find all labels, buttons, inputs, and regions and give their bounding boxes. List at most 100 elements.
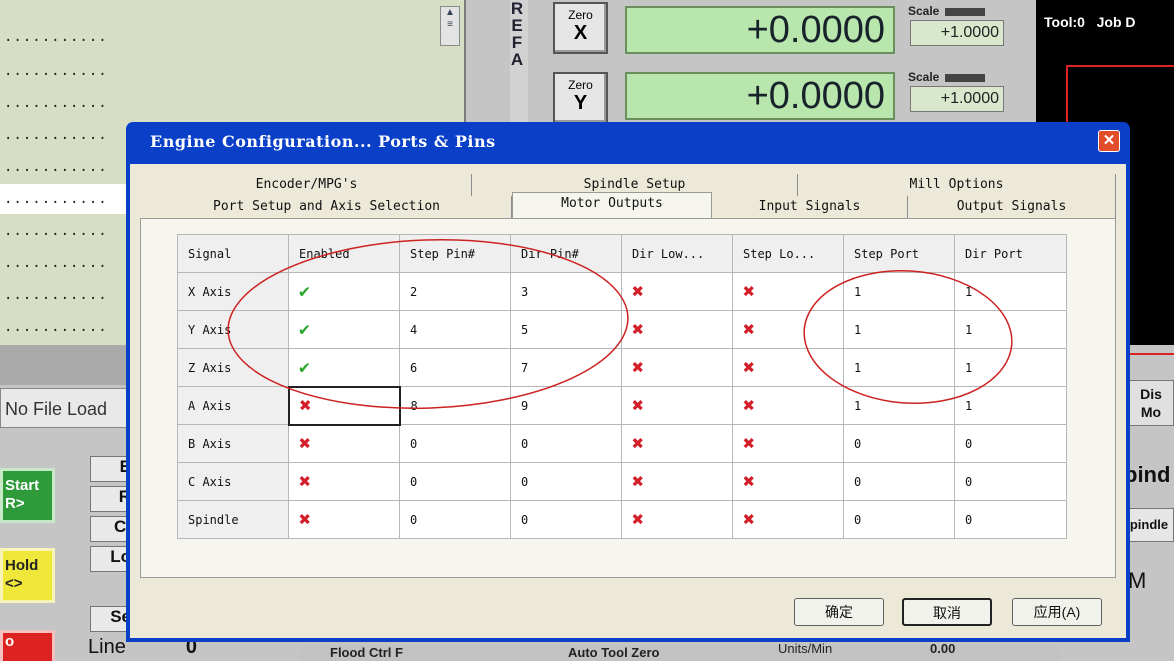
tab-motor-outputs[interactable]: Motor Outputs [512,192,712,218]
x-scale-value[interactable]: +1.0000 [910,20,1004,46]
grid-row-b-axis: B Axis ✖ 0 0 ✖ ✖ 0 0 [177,424,1067,463]
flood-ctrl-label[interactable]: Flood Ctrl F [330,645,403,660]
cell-step-low[interactable]: ✖ [732,386,844,425]
cell-step-pin[interactable]: 6 [399,348,511,387]
cell-step-pin[interactable]: 2 [399,272,511,311]
column-header-signal: Signal [177,234,289,273]
tab-output-signals[interactable]: Output Signals [908,196,1116,218]
cell-dir-port[interactable]: 1 [954,348,1067,387]
dialog-titlebar[interactable]: Engine Configuration... Ports & Pins ✕ [130,122,1126,164]
zero-x-button[interactable]: Zero X [553,2,608,54]
cross-icon: ✖ [632,316,645,341]
cell-dir-low[interactable]: ✖ [621,500,733,539]
cross-icon: ✖ [743,316,756,341]
y-scale: Scale +1.0000 [908,70,1008,126]
cell-step-low[interactable]: ✖ [732,272,844,311]
cell-dir-port[interactable]: 0 [954,500,1067,539]
tab-input-signals[interactable]: Input Signals [712,196,908,218]
loaded-file-status: No File Load [0,388,140,428]
y-scale-value[interactable]: +1.0000 [910,86,1004,112]
cell-dir-low[interactable]: ✖ [621,386,733,425]
x-dro[interactable]: +0.0000 [625,6,895,54]
cross-icon: ✖ [743,430,756,455]
close-button[interactable]: ✕ [1098,130,1120,152]
cell-step-low[interactable]: ✖ [732,424,844,463]
tab-port-setup[interactable]: Port Setup and Axis Selection [142,196,512,218]
display-mode-label: Dis Mo [1140,386,1162,420]
cell-dir-port[interactable]: 1 [954,272,1067,311]
cell-signal: Y Axis [177,310,289,349]
cell-dir-pin[interactable]: 9 [510,386,622,425]
cell-step-port[interactable]: 1 [843,310,955,349]
grid-row-spindle: Spindle ✖ 0 0 ✖ ✖ 0 0 [177,500,1067,539]
auto-tool-zero-label[interactable]: Auto Tool Zero [568,645,659,660]
cancel-button[interactable]: 取消 [902,598,992,626]
cell-dir-port[interactable]: 0 [954,424,1067,463]
stop-button[interactable]: o [0,630,55,661]
apply-button[interactable]: 应用(A) [1012,598,1102,626]
cell-step-pin[interactable]: 0 [399,462,511,501]
cell-dir-low[interactable]: ✖ [621,272,733,311]
cell-dir-low[interactable]: ✖ [621,424,733,463]
cell-step-low[interactable]: ✖ [732,348,844,387]
cell-dir-low[interactable]: ✖ [621,348,733,387]
cell-step-port[interactable]: 1 [843,272,955,311]
cell-enabled[interactable]: ✖ [288,500,400,539]
cell-enabled[interactable]: ✔ [288,348,400,387]
zero-x-axis-label: X [573,22,588,44]
cell-step-low[interactable]: ✖ [732,310,844,349]
cell-step-pin[interactable]: 0 [399,500,511,539]
cell-step-pin[interactable]: 0 [399,424,511,463]
cell-step-port[interactable]: 1 [843,386,955,425]
scale-led-icon [945,7,986,16]
zero-y-button[interactable]: Zero Y [553,72,608,124]
cell-step-low[interactable]: ✖ [732,500,844,539]
cell-signal: Z Axis [177,348,289,387]
cell-step-port[interactable]: 0 [843,462,955,501]
y-dro[interactable]: +0.0000 [625,72,895,120]
cell-enabled[interactable]: ✖ [287,385,401,426]
cross-icon: ✖ [299,392,312,417]
cell-enabled[interactable]: ✖ [288,424,400,463]
cell-step-low[interactable]: ✖ [732,462,844,501]
cell-enabled[interactable]: ✔ [288,272,400,311]
cell-dir-pin[interactable]: 0 [510,424,622,463]
cell-dir-pin[interactable]: 3 [510,272,622,311]
ok-button[interactable]: 确定 [794,598,884,626]
cell-signal: B Axis [177,424,289,463]
cell-step-port[interactable]: 1 [843,348,955,387]
engine-config-dialog: Engine Configuration... Ports & Pins ✕ E… [126,122,1130,642]
spindle-button[interactable]: pindle [1124,508,1174,542]
cell-dir-pin[interactable]: 0 [510,462,622,501]
feed-hold-button[interactable]: Hold <> [0,548,55,603]
cross-icon: ✖ [743,468,756,493]
cell-enabled[interactable]: ✖ [288,462,400,501]
cell-step-port[interactable]: 0 [843,424,955,463]
units-min-label: Units/Min [778,641,833,656]
cross-icon: ✖ [632,430,645,455]
cell-dir-port[interactable]: 1 [954,310,1067,349]
tab-mill-options[interactable]: Mill Options [798,174,1116,196]
cell-dir-low[interactable]: ✖ [621,462,733,501]
x-scale: Scale +1.0000 [908,4,1008,60]
cell-enabled[interactable]: ✔ [288,310,400,349]
cross-icon: ✖ [743,506,756,531]
cycle-start-button[interactable]: Start R> [0,468,55,523]
tab-encoder-mpg[interactable]: Encoder/MPG's [142,174,472,196]
cell-dir-low[interactable]: ✖ [621,310,733,349]
cross-icon: ✖ [299,430,312,455]
units-min-value: 0.00 [930,641,956,656]
cell-dir-port[interactable]: 1 [954,386,1067,425]
cell-step-pin[interactable]: 8 [399,386,511,425]
cell-step-port[interactable]: 0 [843,500,955,539]
cell-dir-pin[interactable]: 0 [510,500,622,539]
cell-dir-pin[interactable]: 7 [510,348,622,387]
cell-dir-pin[interactable]: 5 [510,310,622,349]
ref-all-home-strip[interactable]: REFA [510,0,528,130]
zero-y-small-label: Zero [568,78,593,92]
cell-dir-port[interactable]: 0 [954,462,1067,501]
display-mode-button[interactable]: Dis Mo [1128,380,1174,426]
cell-step-pin[interactable]: 4 [399,310,511,349]
scroll-up-button[interactable]: ▲ ≡ [440,6,460,46]
column-header-enabled: Enabled [288,234,400,273]
